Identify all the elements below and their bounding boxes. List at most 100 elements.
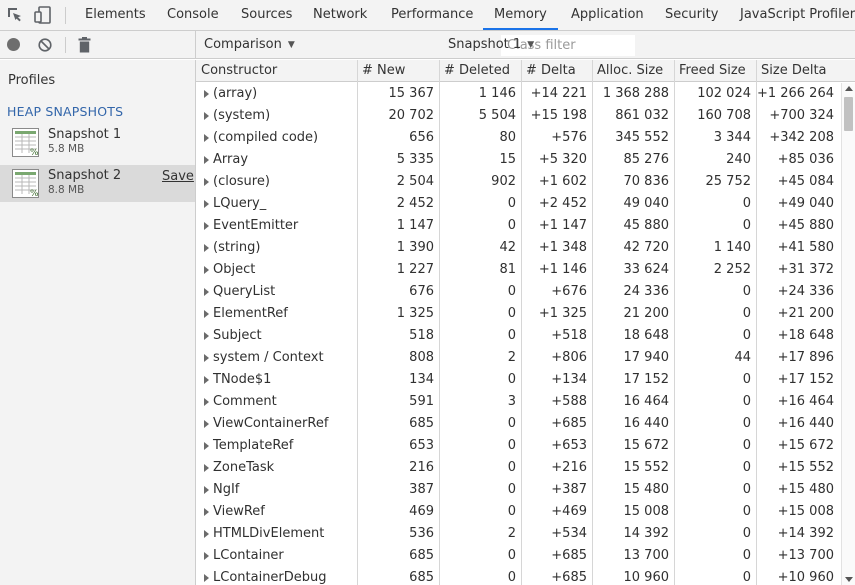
column-header-deleted[interactable]: # Deleted (439, 60, 521, 82)
expand-triangle-icon[interactable] (204, 354, 209, 362)
table-row[interactable]: HTMLDivElement 536 2 +534 14 392 0 +14 392 (196, 523, 841, 545)
cell-delta: +1 147 (538, 218, 587, 233)
table-row[interactable]: ViewContainerRef 685 0 +685 16 440 0 +16 440 (196, 413, 841, 435)
snapshot-item-1[interactable]: % Snapshot 1 5.8 MB (0, 124, 195, 161)
expand-triangle-icon[interactable] (204, 508, 209, 516)
cell-size-delta: +41 580 (777, 240, 834, 255)
cell-delta: +685 (551, 570, 587, 585)
table-row[interactable]: ZoneTask 216 0 +216 15 552 0 +15 552 (196, 457, 841, 479)
column-header-constructor[interactable]: Constructor (196, 60, 357, 82)
tab-security[interactable]: Security (665, 0, 718, 31)
expand-triangle-icon[interactable] (204, 420, 209, 428)
tab-elements[interactable]: Elements (85, 0, 146, 31)
expand-triangle-icon[interactable] (204, 288, 209, 296)
cell-alloc-size: 10 960 (623, 570, 670, 585)
expand-triangle-icon[interactable] (204, 552, 209, 560)
table-row[interactable]: (compiled code) 656 80 +576 345 552 3 344 +342… (196, 127, 841, 149)
table-row[interactable]: system / Context 808 2 +806 17 940 44 +17 896 (196, 347, 841, 369)
table-row[interactable]: EventEmitter 1 147 0 +1 147 45 880 0 +45 880 (196, 215, 841, 237)
table-row[interactable]: Comment 591 3 +588 16 464 0 +16 464 (196, 391, 841, 413)
column-header-new[interactable]: # New (357, 60, 439, 82)
expand-triangle-icon[interactable] (204, 310, 209, 318)
table-row[interactable]: NgIf 387 0 +387 15 480 0 +15 480 (196, 479, 841, 501)
scrollbar-thumb[interactable] (844, 97, 853, 131)
view-mode-select[interactable]: Comparison ▼ (204, 31, 295, 59)
cell-alloc-size: 45 880 (623, 218, 670, 233)
table-row[interactable]: LQuery_ 2 452 0 +2 452 49 040 0 +49 040 (196, 193, 841, 215)
table-row[interactable]: ViewRef 469 0 +469 15 008 0 +15 008 (196, 501, 841, 523)
column-header-delta[interactable]: # Delta (521, 60, 592, 82)
expand-triangle-icon[interactable] (204, 574, 209, 582)
tab-sources[interactable]: Sources (241, 0, 292, 31)
expand-triangle-icon[interactable] (204, 134, 209, 142)
collect-garbage-icon[interactable] (78, 37, 91, 53)
column-header-freed-size[interactable]: Freed Size (674, 60, 756, 82)
expand-triangle-icon[interactable] (204, 398, 209, 406)
table-row[interactable]: LContainerDebug 685 0 +685 10 960 0 +10 960 (196, 567, 841, 585)
inspect-element-icon[interactable] (6, 6, 24, 24)
device-toolbar-icon[interactable] (34, 6, 52, 24)
table-row[interactable]: LContainer 685 0 +685 13 700 0 +13 700 (196, 545, 841, 567)
expand-triangle-icon[interactable] (204, 222, 209, 230)
column-header-alloc-size[interactable]: Alloc. Size (592, 60, 674, 82)
cell-size-delta: +85 036 (777, 152, 834, 167)
table-row[interactable]: (array) 15 367 1 146 +14 221 1 368 288 102 02… (196, 83, 841, 105)
expand-triangle-icon[interactable] (204, 376, 209, 384)
scroll-down-arrow-icon[interactable] (845, 577, 853, 582)
grid-scrollbar[interactable] (841, 83, 855, 585)
table-row[interactable]: ElementRef 1 325 0 +1 325 21 200 0 +21 200 (196, 303, 841, 325)
table-row[interactable]: Subject 518 0 +518 18 648 0 +18 648 (196, 325, 841, 347)
table-row[interactable]: TNode$1 134 0 +134 17 152 0 +17 152 (196, 369, 841, 391)
expand-triangle-icon[interactable] (204, 156, 209, 164)
cell-constructor: Comment (213, 394, 277, 409)
scroll-up-arrow-icon[interactable] (845, 86, 853, 91)
save-snapshot-link[interactable]: Save (162, 169, 194, 184)
grid-rows: (array) 15 367 1 146 +14 221 1 368 288 102 02… (196, 83, 841, 585)
tab-console[interactable]: Console (167, 0, 219, 31)
cell-deleted: 0 (507, 196, 516, 211)
table-row[interactable]: TemplateRef 653 0 +653 15 672 0 +15 672 (196, 435, 841, 457)
cell-size-delta: +24 336 (777, 284, 834, 299)
table-row[interactable]: (closure) 2 504 902 +1 602 70 836 25 752 +45 0… (196, 171, 841, 193)
expand-triangle-icon[interactable] (204, 244, 209, 252)
expand-triangle-icon[interactable] (204, 332, 209, 340)
tab-memory[interactable]: Memory (494, 0, 547, 31)
tab-performance[interactable]: Performance (391, 0, 473, 31)
table-row[interactable]: Array 5 335 15 +5 320 85 276 240 +85 036 (196, 149, 841, 171)
profiles-title: Profiles (8, 73, 56, 88)
table-row[interactable]: (string) 1 390 42 +1 348 42 720 1 140 +41 580 (196, 237, 841, 259)
cell-deleted: 0 (507, 416, 516, 431)
expand-triangle-icon[interactable] (204, 178, 209, 186)
expand-triangle-icon[interactable] (204, 486, 209, 494)
table-row[interactable]: (system) 20 702 5 504 +15 198 861 032 160 708… (196, 105, 841, 127)
clear-all-profiles-icon[interactable] (38, 38, 52, 52)
cell-constructor: TNode$1 (213, 372, 272, 387)
cell-alloc-size: 17 152 (623, 372, 670, 387)
expand-triangle-icon[interactable] (204, 266, 209, 274)
cell-new: 216 (409, 460, 434, 475)
expand-triangle-icon[interactable] (204, 200, 209, 208)
cell-freed-size: 1 140 (713, 240, 751, 255)
record-icon[interactable] (7, 38, 20, 51)
table-row[interactable]: QueryList 676 0 +676 24 336 0 +24 336 (196, 281, 841, 303)
expand-triangle-icon[interactable] (204, 112, 209, 120)
cell-new: 15 367 (388, 86, 435, 101)
tab-application[interactable]: Application (571, 0, 644, 31)
expand-triangle-icon[interactable] (204, 464, 209, 472)
tab-javascript-profiler[interactable]: JavaScript Profiler (740, 0, 855, 31)
cell-alloc-size: 85 276 (623, 152, 670, 167)
base-snapshot-select[interactable]: Snapshot 1 ▼ (448, 31, 534, 59)
column-header-size-delta[interactable]: Size Delta (756, 60, 855, 82)
cell-freed-size: 44 (734, 350, 751, 365)
expand-triangle-icon[interactable] (204, 530, 209, 538)
cell-freed-size: 0 (742, 328, 751, 343)
expand-triangle-icon[interactable] (204, 442, 209, 450)
dropdown-arrow-icon: ▼ (287, 40, 295, 50)
cell-new: 2 504 (396, 174, 434, 189)
cell-new: 518 (409, 328, 434, 343)
table-row[interactable]: Object 1 227 81 +1 146 33 624 2 252 +31 372 (196, 259, 841, 281)
snapshot-item-2[interactable]: % Snapshot 2 8.8 MB Save (0, 165, 195, 202)
tab-network[interactable]: Network (313, 0, 367, 31)
expand-triangle-icon[interactable] (204, 90, 209, 98)
cell-constructor: (compiled code) (213, 130, 319, 145)
